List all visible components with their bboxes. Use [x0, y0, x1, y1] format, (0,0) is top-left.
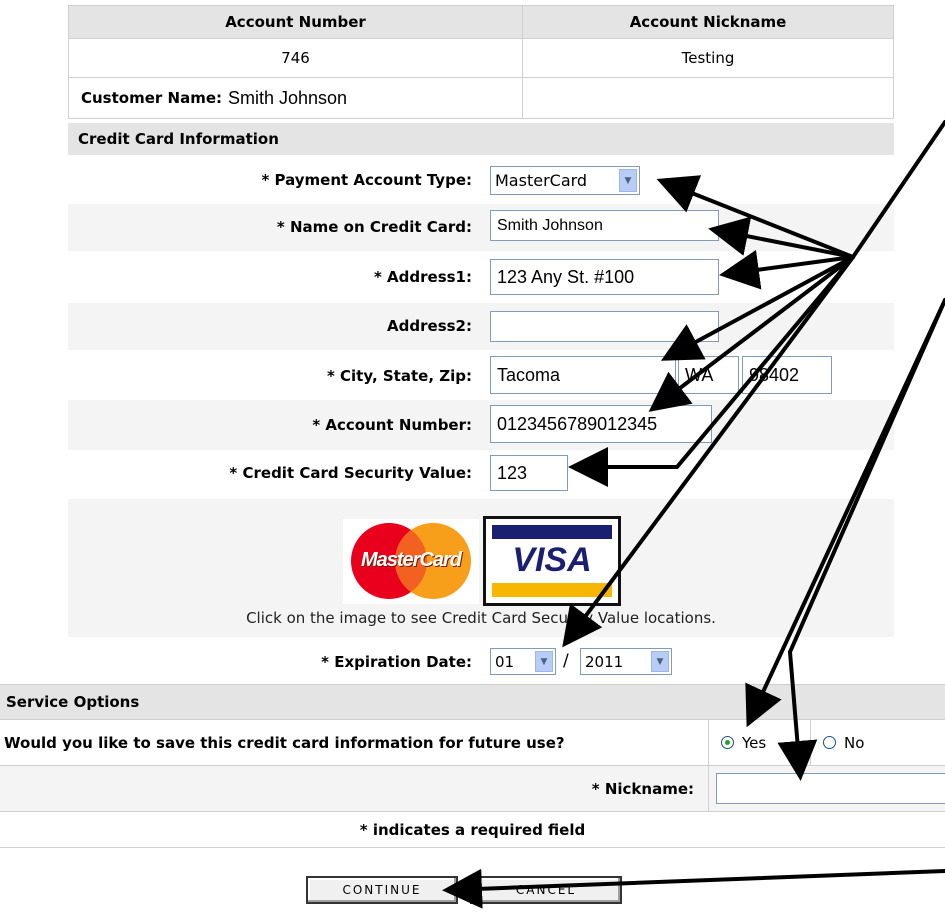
arrow-to-continue — [442, 868, 945, 909]
arrow-to-city — [660, 255, 855, 361]
arrow-to-yes-radio — [745, 298, 945, 728]
annotation-arrows — [442, 120, 945, 909]
arrow-to-nickname — [777, 650, 818, 781]
arrow-to-expiration — [562, 255, 855, 648]
arrow-to-payment-type — [656, 175, 855, 259]
arrow-to-name — [708, 216, 855, 259]
arrow-line — [851, 120, 945, 259]
arrow-to-account-number — [648, 255, 855, 412]
